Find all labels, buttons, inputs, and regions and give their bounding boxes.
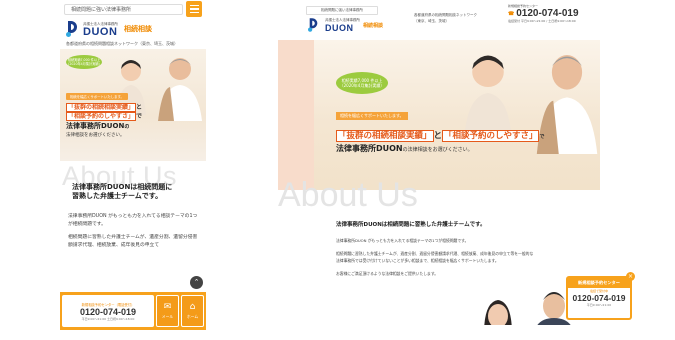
logo-main: DUON <box>83 25 118 38</box>
desktop-view: 相続問題に強い法律事務所 弁護士法人法律事務所 DUON 相続相談 各都道府県の… <box>278 0 600 325</box>
desktop-network-desc: 各都道府県の相続問題相談ネットワーク （東京、埼玉、茨城） <box>414 13 477 23</box>
mobile-tagline: 相続問題に強い法律事務所 <box>64 3 183 15</box>
phone-icon: ☎ <box>508 10 515 17</box>
scroll-top-button[interactable]: ⌃ <box>190 276 203 289</box>
about-heading: 法律事務所DUONは相続問題に習熟した弁護士チームです。 <box>336 222 486 228</box>
mobile-hero: 相続実績7,000 件以上 （2020年4月集計実績） 相続を幅広くサポートいたし… <box>60 49 206 161</box>
duon-logo-icon <box>66 21 80 37</box>
mobile-about-section: About Us 法律事務所DUONは相続問題に 習熟した弁護士チームです。 <box>60 161 206 200</box>
achievement-bubble: 相続実績7,000 件以上 （2020年4月集計実績） <box>66 55 102 69</box>
desktop-hero: 相続実績7,000 件以上 （2020年4月集計実績） 相続を幅広くサポートいたし… <box>278 40 600 190</box>
about-heading: 法律事務所DUONは相続問題に 習熟した弁護士チームです。 <box>72 183 173 200</box>
desktop-catchcopy: 「抜群の相続相談実績」と「相談予約のしやすさ」で 法律事務所DUONの法律相談を… <box>336 130 545 153</box>
close-icon[interactable]: × <box>626 272 635 281</box>
desktop-tagline: 相続問題に強い法律事務所 <box>306 6 378 15</box>
floating-reservation-widget[interactable]: × 新規相談予約センター 電話で受付中 0120-074-019 平日9:00〜… <box>566 272 635 320</box>
desktop-about-body: 法律事務所DUON がもっとも力を入れてる相談テーマの1つが相続問題です。 相続… <box>336 238 534 276</box>
support-ribbon: 相続を幅広くサポートいたします。 <box>66 93 128 100</box>
mobile-network-desc: 各都道府県の相続問題相談ネットワーク（東京、埼玉、茨城） <box>66 41 178 46</box>
logo-badge: 相続相談 <box>363 22 384 29</box>
duon-logo-icon <box>308 18 320 32</box>
achievement-bubble: 相続実績7,000 件以上 （2020年4月集計実績） <box>336 72 388 94</box>
mobile-catchcopy: 「抜群の相続相談実績」と 「相談予約のしやすさ」で 法律事務所DUONの 法律相… <box>66 103 143 138</box>
mobile-footer-bar: 新規相談予約センター（電話受付） 0120-074-019 平日9:00〜21:… <box>60 292 206 330</box>
logo-main: DUON <box>325 22 354 33</box>
mobile-about-body: 法律事務所DUON がもっとも力を入れてる相談テーマの1つが相続問題です。 相続… <box>68 214 198 248</box>
senior-woman-image <box>464 55 512 138</box>
woman-portrait-image <box>484 300 512 325</box>
mobile-view: 相続問題に強い法律事務所 弁護士法人法律事務所 DUON 相続相談 各都道府県の… <box>60 0 206 330</box>
desktop-logo[interactable]: 弁護士法人法律事務所 DUON 相続相談 <box>308 17 383 33</box>
mail-button[interactable]: ✉ メール <box>156 295 179 327</box>
hamburger-menu-button[interactable] <box>186 1 202 17</box>
home-icon: ⌂ <box>189 301 196 312</box>
home-button[interactable]: ⌂ ホーム <box>181 295 204 327</box>
about-bg-text: About Us <box>278 176 418 214</box>
mail-icon: ✉ <box>163 301 172 312</box>
mobile-phone-button[interactable]: 新規相談予約センター（電話受付） 0120-074-019 平日9:00〜21:… <box>62 295 154 327</box>
desktop-header: 相続問題に強い法律事務所 弁護士法人法律事務所 DUON 相続相談 各都道府県の… <box>278 0 600 40</box>
mobile-logo[interactable]: 弁護士法人法律事務所 DUON 相続相談 <box>60 18 206 40</box>
logo-badge: 相続相談 <box>124 25 152 33</box>
support-ribbon: 相続を幅広くサポートいたします。 <box>336 112 408 120</box>
desktop-contact[interactable]: 新規相談予約センター ☎ 0120-074-019 電話受付 平日9:00〜21:… <box>508 4 579 23</box>
desktop-about-section: About Us 法律事務所DUONは相続問題に習熟した弁護士チームです。 <box>278 176 600 228</box>
mobile-topbar: 相続問題に強い法律事務所 <box>60 0 206 18</box>
